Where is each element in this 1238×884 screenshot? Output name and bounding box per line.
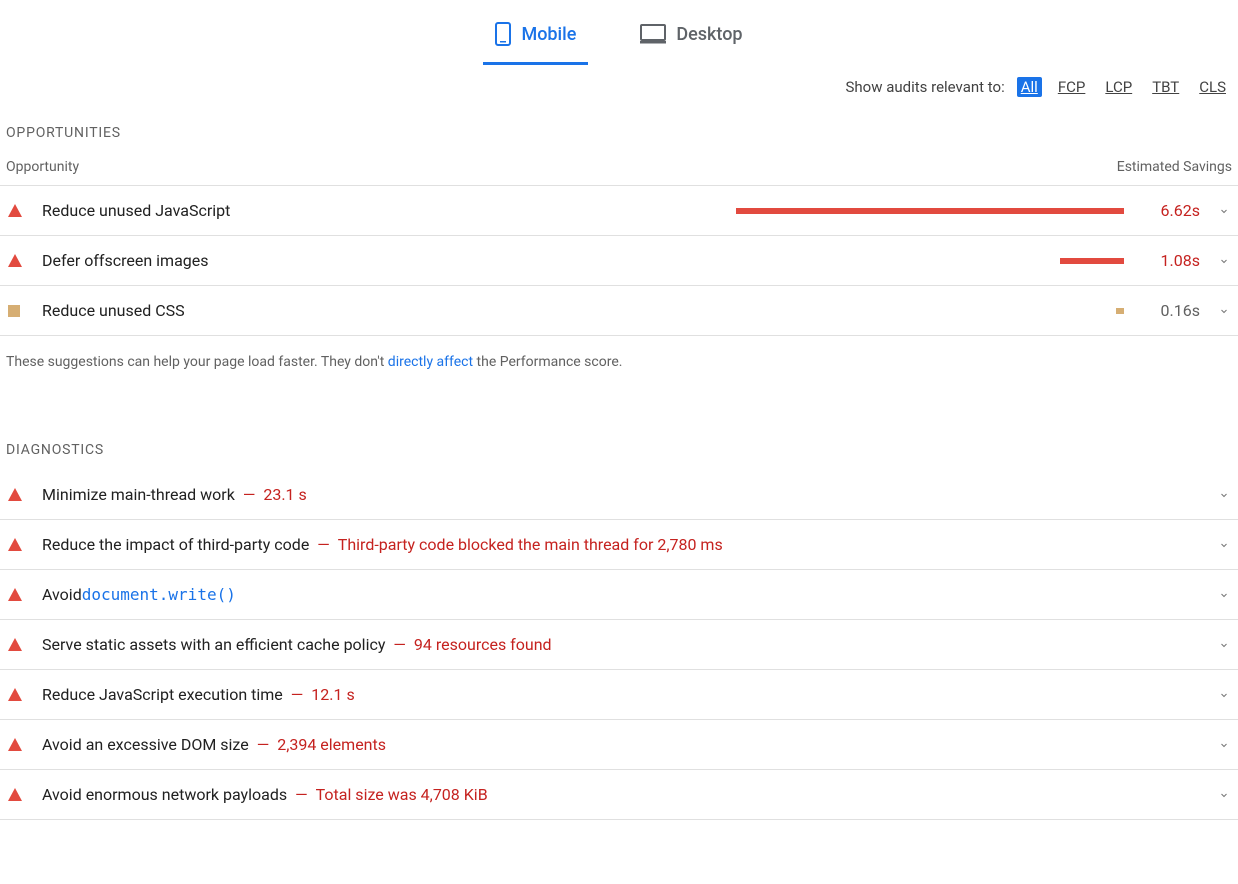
diagnostic-row[interactable]: Minimize main-thread work — 23.1 s [0, 470, 1238, 520]
device-tabs: Mobile Desktop [0, 0, 1238, 65]
footnote-pre: These suggestions can help your page loa… [6, 354, 388, 370]
chevron-down-icon [1218, 305, 1230, 317]
opportunities-list: Reduce unused JavaScript 6.62s Defer offsc… [0, 186, 1238, 336]
diagnostic-detail: 12.1 s [311, 685, 354, 704]
chevron-down-icon [1218, 489, 1230, 501]
diagnostic-title: Serve static assets with an efficient ca… [42, 635, 385, 654]
opportunity-row[interactable]: Defer offscreen images 1.08s [0, 236, 1238, 286]
diagnostic-title: Minimize main-thread work [42, 485, 235, 504]
diagnostic-row[interactable]: Serve static assets with an efficient ca… [0, 620, 1238, 670]
opportunity-title: Reduce unused CSS [42, 301, 185, 320]
diagnostic-dash: — [295, 785, 308, 804]
filter-chip-fcp[interactable]: FCP [1054, 77, 1090, 97]
diagnostic-detail: Total size was 4,708 KiB [316, 785, 488, 804]
chevron-down-icon [1218, 205, 1230, 217]
filter-label: Show audits relevant to: [846, 78, 1005, 96]
opportunity-row[interactable]: Reduce unused JavaScript 6.62s [0, 186, 1238, 236]
diagnostic-detail: 94 resources found [414, 635, 552, 654]
diagnostic-title: Reduce JavaScript execution time [42, 685, 283, 704]
chevron-down-icon [1218, 789, 1230, 801]
fail-triangle-icon [8, 738, 22, 751]
filter-chip-tbt[interactable]: TBT [1148, 77, 1183, 97]
filter-chip-lcp[interactable]: LCP [1101, 77, 1136, 97]
tab-desktop-label: Desktop [676, 24, 742, 45]
opportunities-heading: OPPORTUNITIES [0, 109, 1238, 153]
tab-desktop[interactable]: Desktop [628, 14, 754, 65]
diagnostic-row[interactable]: Reduce the impact of third-party code — Th… [0, 520, 1238, 570]
estimated-savings: 6.62s [1130, 201, 1200, 220]
opportunities-header-row: Opportunity Estimated Savings [0, 153, 1238, 186]
chevron-down-icon [1218, 539, 1230, 551]
diagnostic-row[interactable]: Avoid document.write() [0, 570, 1238, 620]
fail-triangle-icon [8, 254, 22, 267]
opportunities-col-opportunity: Opportunity [6, 159, 79, 175]
desktop-icon [640, 24, 666, 44]
tab-mobile[interactable]: Mobile [483, 14, 588, 65]
mobile-icon [495, 22, 511, 46]
tab-mobile-label: Mobile [521, 24, 576, 45]
footnote-link[interactable]: directly affect [388, 354, 473, 370]
chevron-down-icon [1218, 689, 1230, 701]
diagnostic-detail: 2,394 elements [277, 735, 386, 754]
diagnostic-title: Avoid enormous network payloads [42, 785, 287, 804]
chevron-down-icon [1218, 739, 1230, 751]
diagnostics-heading: DIAGNOSTICS [0, 426, 1238, 470]
fail-triangle-icon [8, 788, 22, 801]
filter-chip-all[interactable]: All [1017, 77, 1042, 97]
fail-triangle-icon [8, 488, 22, 501]
estimated-savings: 1.08s [1130, 251, 1200, 270]
fail-triangle-icon [8, 204, 22, 217]
diagnostic-dash: — [243, 485, 256, 504]
chevron-down-icon [1218, 589, 1230, 601]
diagnostic-detail: 23.1 s [263, 485, 306, 504]
audit-filter-row: Show audits relevant to: All FCP LCP TBT… [0, 65, 1238, 109]
fail-triangle-icon [8, 688, 22, 701]
estimated-savings: 0.16s [1130, 301, 1200, 320]
diagnostic-code: document.write() [82, 585, 236, 604]
savings-bar [1116, 308, 1124, 314]
fail-triangle-icon [8, 638, 22, 651]
footnote-post: the Performance score. [473, 354, 622, 370]
diagnostic-detail: Third-party code blocked the main thread… [338, 535, 723, 554]
opportunity-title: Defer offscreen images [42, 251, 209, 270]
diagnostic-row[interactable]: Avoid an excessive DOM size — 2,394 elemen… [0, 720, 1238, 770]
fail-triangle-icon [8, 588, 22, 601]
chevron-down-icon [1218, 255, 1230, 267]
diagnostic-title: Avoid an excessive DOM size [42, 735, 249, 754]
opportunities-footnote: These suggestions can help your page loa… [0, 336, 1238, 376]
chevron-down-icon [1218, 639, 1230, 651]
opportunities-col-savings: Estimated Savings [1117, 159, 1232, 175]
diagnostic-title: Avoid [42, 585, 82, 604]
diagnostic-title: Reduce the impact of third-party code [42, 535, 309, 554]
filter-chip-cls[interactable]: CLS [1195, 77, 1230, 97]
savings-bar [736, 208, 1124, 214]
diagnostics-list: Minimize main-thread work — 23.1 s Reduce t… [0, 470, 1238, 820]
opportunity-title: Reduce unused JavaScript [42, 201, 230, 220]
diagnostic-row[interactable]: Reduce JavaScript execution time — 12.1 s [0, 670, 1238, 720]
diagnostic-dash: — [291, 685, 304, 704]
diagnostic-dash: — [317, 535, 330, 554]
fail-triangle-icon [8, 538, 22, 551]
diagnostic-dash: — [257, 735, 270, 754]
diagnostic-row[interactable]: Avoid enormous network payloads — Total si… [0, 770, 1238, 820]
savings-bar [1060, 258, 1124, 264]
diagnostic-dash: — [393, 635, 406, 654]
opportunity-row[interactable]: Reduce unused CSS 0.16s [0, 286, 1238, 336]
average-square-icon [8, 305, 20, 317]
